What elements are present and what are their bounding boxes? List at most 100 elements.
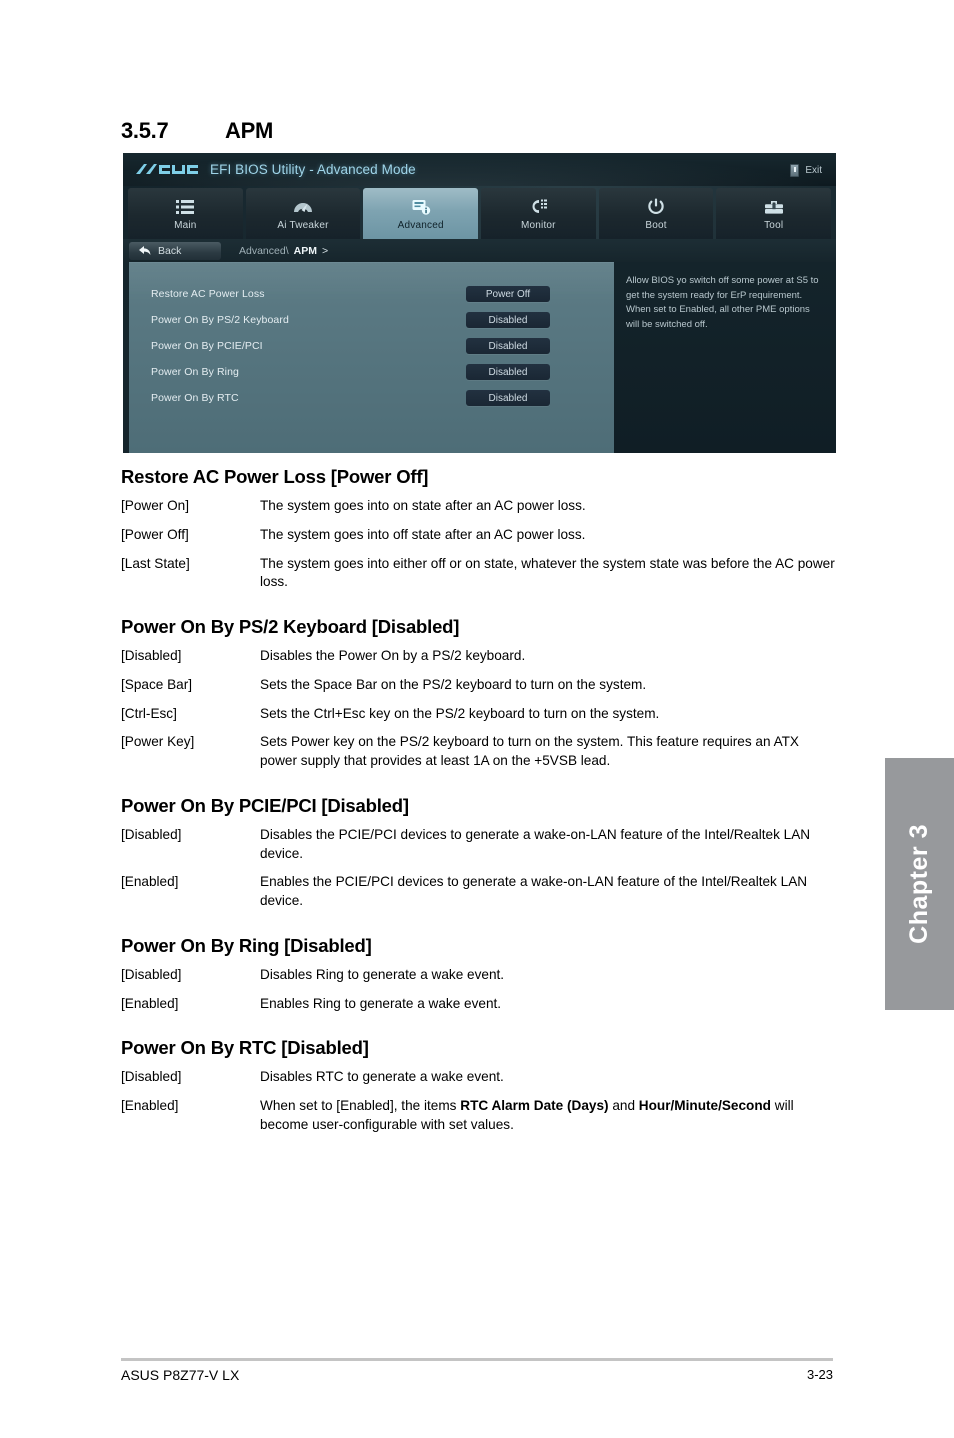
breadcrumb-current: APM (293, 244, 317, 257)
definition-key: [Disabled] (121, 648, 182, 663)
bios-screenshot-figure: EFI BIOS Utility - Advanced Mode Exit Ma… (123, 153, 836, 453)
definition-key: [Ctrl-Esc] (121, 705, 177, 721)
definition-value-rich: When set to [Enabled], the items RTC Ala… (260, 1098, 794, 1132)
toolbox-icon (764, 197, 784, 217)
tab-ai-tweaker-label: Ai Tweaker (277, 219, 329, 231)
tab-main-label: Main (174, 219, 197, 231)
breadcrumb-parent[interactable]: Advanced\ (239, 245, 289, 257)
setting-label: Restore AC Power Loss (151, 288, 265, 300)
definition-row: [Enabled] Enables Ring to generate a wak… (121, 995, 836, 1014)
breadcrumb: Advanced\ APM > (239, 245, 328, 257)
list-icon (176, 197, 195, 217)
exit-label: Exit (805, 164, 822, 176)
setting-row[interactable]: Power On By RTC Disabled (129, 385, 614, 411)
definition-value: Enables the PCIE/PCI devices to generate… (260, 874, 808, 908)
definition-value: The system goes into off state after an … (260, 526, 586, 542)
exit-icon (790, 163, 800, 177)
setting-label: Power On By RTC (151, 392, 239, 404)
tab-advanced-label: Advanced (397, 219, 444, 231)
setting-value[interactable]: Disabled (466, 312, 550, 328)
tab-ai-tweaker[interactable]: Ai Tweaker (245, 188, 361, 239)
definition-row: [Disabled] Disables Ring to generate a w… (121, 966, 836, 985)
exit-button[interactable]: Exit (790, 162, 822, 178)
definition-row: [Power On] The system goes into on state… (121, 497, 836, 516)
setting-value[interactable]: Power Off (466, 286, 550, 302)
definition-row: [Disabled] Disables the PCIE/PCI devices… (121, 826, 836, 864)
definition-value: Disables the PCIE/PCI devices to generat… (260, 826, 811, 861)
definition-row: [Space Bar] Sets the Space Bar on the PS… (121, 676, 836, 695)
footer-page-number: 3-23 (806, 1367, 833, 1382)
setting-label: Power On By PCIE/PCI (151, 340, 263, 352)
chip-icon (411, 197, 431, 217)
footer-divider (121, 1358, 833, 1361)
definition-key: [Last State] (121, 555, 190, 571)
tab-tool-label: Tool (764, 219, 784, 231)
definition-row: [Disabled] Disables the Power On by a PS… (121, 647, 836, 666)
back-button[interactable]: Back (129, 241, 221, 260)
gauge-icon (528, 197, 548, 217)
setting-label: Power On By PS/2 Keyboard (151, 314, 289, 326)
definition-key: [Disabled] (121, 1069, 182, 1085)
power-icon (647, 197, 665, 217)
tab-monitor-label: Monitor (520, 219, 556, 231)
bios-title-bar: EFI BIOS Utility - Advanced Mode Exit (123, 153, 836, 186)
footer-product-name: ASUS P8Z77-V LX (121, 1367, 240, 1383)
bios-body: Restore AC Power Loss Power Off Power On… (123, 262, 836, 453)
tab-advanced[interactable]: Advanced (363, 188, 479, 239)
setting-value[interactable]: Disabled (466, 364, 550, 380)
setting-label: Power On By Ring (151, 366, 239, 378)
chapter-tab-label: Chapter 3 (905, 824, 933, 944)
setting-value[interactable]: Disabled (466, 390, 550, 406)
chapter-tab: Chapter 3 (885, 758, 954, 1010)
item-heading: Power On By PCIE/PCI [Disabled] (121, 794, 409, 816)
definition-row: [Enabled] Enables the PCIE/PCI devices t… (121, 873, 836, 911)
section-number: 3.5.7 (121, 118, 169, 143)
definition-key: [Disabled] (121, 826, 182, 842)
item-heading: Power On By Ring [Disabled] (121, 934, 372, 956)
definition-value: Sets Power key on the PS/2 keyboard to t… (260, 734, 799, 768)
breadcrumb-bar: Back Advanced\ APM > (123, 239, 836, 262)
asus-logo-icon (134, 162, 200, 177)
speedometer-icon (292, 197, 314, 217)
item-heading: Power On By RTC [Disabled] (121, 1037, 369, 1059)
back-arrow-icon (138, 245, 151, 256)
definition-value: The system goes into either off or on st… (260, 555, 835, 590)
definition-value: Disables the Power On by a PS/2 keyboard… (260, 648, 526, 663)
definition-value: Disables RTC to generate a wake event. (260, 1069, 504, 1085)
setting-row[interactable]: Restore AC Power Loss Power Off (129, 281, 614, 307)
definition-row: [Enabled] When set to [Enabled], the ite… (121, 1097, 836, 1135)
back-label: Back (158, 244, 182, 257)
definition-key: [Space Bar] (121, 676, 193, 692)
help-text: Allow BIOS yo switch off some power at S… (626, 275, 819, 331)
definition-row: [Power Off] The system goes into off sta… (121, 526, 836, 545)
setting-row[interactable]: Power On By PCIE/PCI Disabled (129, 333, 614, 359)
definition-row: [Power Key] Sets Power key on the PS/2 k… (121, 733, 836, 771)
item-heading: Power On By PS/2 Keyboard [Disabled] (121, 616, 460, 637)
tab-boot[interactable]: Boot (598, 188, 714, 239)
definition-row: [Disabled] Disables RTC to generate a wa… (121, 1068, 836, 1087)
definition-value: Disables Ring to generate a wake event. (260, 966, 505, 982)
definition-row: [Ctrl-Esc] Sets the Ctrl+Esc key on the … (121, 705, 836, 724)
definition-key: [Power Off] (121, 526, 189, 542)
definition-row: [Last State] The system goes into either… (121, 555, 836, 593)
definition-value: The system goes into on state after an A… (260, 498, 586, 513)
definition-value: Enables Ring to generate a wake event. (260, 995, 502, 1011)
section-title: APM (225, 118, 273, 143)
tab-tool[interactable]: Tool (716, 188, 832, 239)
definition-value: Sets the Space Bar on the PS/2 keyboard … (260, 676, 647, 692)
definition-key: [Power Key] (121, 734, 195, 750)
definition-value: Sets the Ctrl+Esc key on the PS/2 keyboa… (260, 705, 660, 721)
definition-key: [Power On] (121, 498, 189, 513)
definition-key: [Enabled] (121, 995, 179, 1011)
setting-row[interactable]: Power On By Ring Disabled (129, 359, 614, 385)
definition-key: [Disabled] (121, 966, 182, 982)
breadcrumb-arrow: > (321, 244, 329, 257)
bios-title: EFI BIOS Utility - Advanced Mode (210, 162, 416, 177)
tab-monitor[interactable]: Monitor (481, 188, 596, 239)
bios-help-panel: Allow BIOS yo switch off some power at S… (614, 262, 836, 453)
setting-value[interactable]: Disabled (466, 338, 550, 354)
tab-main[interactable]: Main (128, 188, 243, 239)
bios-menu-tabs: Main Ai Tweaker Advanced Monitor Boot To… (123, 186, 836, 239)
definition-key: [Enabled] (121, 874, 179, 890)
setting-row[interactable]: Power On By PS/2 Keyboard Disabled (129, 307, 614, 333)
